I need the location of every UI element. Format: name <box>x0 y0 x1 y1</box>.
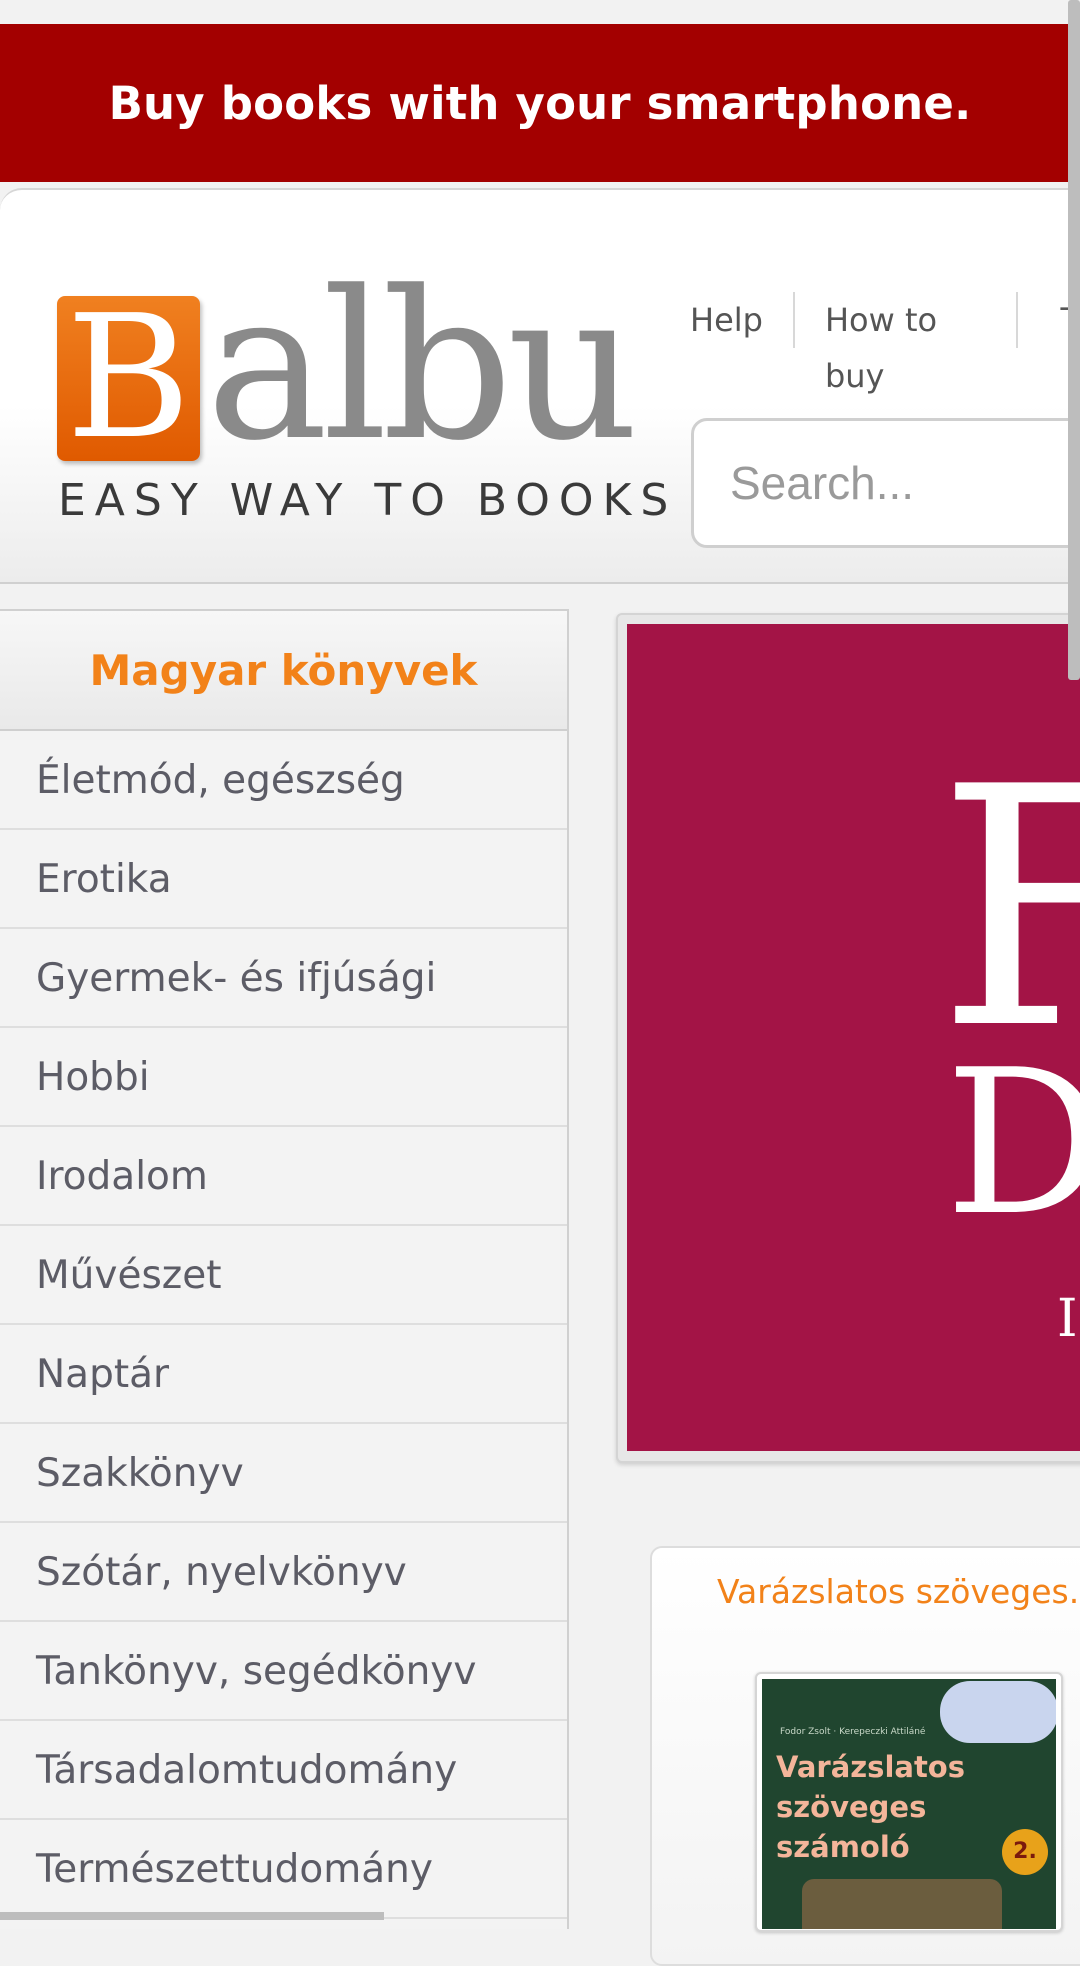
horizontal-scrollbar[interactable] <box>0 1912 384 1920</box>
vertical-scrollbar[interactable] <box>1068 0 1080 680</box>
sidebar-item-termeszettudomany[interactable]: Természettudomány <box>0 1820 567 1919</box>
banner-letter: I <box>1057 1289 1078 1349</box>
top-strip <box>0 0 1080 24</box>
featured-product-title[interactable]: Varázslatos szöveges... <box>717 1572 1080 1611</box>
logo-wordmark: albu <box>206 248 639 486</box>
sidebar-header[interactable]: Magyar könyvek <box>0 611 567 731</box>
banner-letter: D <box>945 1027 1080 1260</box>
logo-letter-tile: B <box>57 293 200 463</box>
help-link[interactable]: Help <box>666 292 795 348</box>
sidebar-item-eletmod[interactable]: Életmód, egészség <box>0 731 567 830</box>
top-nav: Help How to buy T <box>666 290 1080 395</box>
how-to-buy-link[interactable]: How to buy <box>795 292 1019 395</box>
sidebar-item-erotika[interactable]: Erotika <box>0 830 567 929</box>
logo-tagline: EASY WAY TO BOOKS <box>58 475 678 526</box>
sidebar-item-irodalom[interactable]: Irodalom <box>0 1127 567 1226</box>
cover-author: Fodor Zsolt · Kerepeczki Attiláné <box>780 1727 926 1737</box>
promo-carousel-banner[interactable]: F D I <box>627 624 1080 1451</box>
sidebar-item-muveszet[interactable]: Művészet <box>0 1226 567 1325</box>
sidebar-item-szakkonyv[interactable]: Szakkönyv <box>0 1424 567 1523</box>
cover-cloud-shape <box>940 1681 1056 1743</box>
cover-grade-badge: 2. <box>1002 1829 1048 1875</box>
category-sidebar: Magyar könyvek Életmód, egészség Erotika… <box>0 609 569 1929</box>
promo-text: Buy books with your smartphone. <box>108 76 972 130</box>
sidebar-item-hobbi[interactable]: Hobbi <box>0 1028 567 1127</box>
search-box[interactable] <box>691 418 1080 548</box>
banner-letter: F <box>937 717 1080 1101</box>
sidebar-item-szotar[interactable]: Szótár, nyelvkönyv <box>0 1523 567 1622</box>
sidebar-item-naptar[interactable]: Naptár <box>0 1325 567 1424</box>
sidebar-title: Magyar könyvek <box>89 645 478 695</box>
cover-illustration <box>802 1879 1002 1929</box>
search-input[interactable] <box>694 421 1080 545</box>
logo[interactable]: B albu EASY WAY TO BOOKS <box>54 262 668 540</box>
promo-banner[interactable]: Buy books with your smartphone. <box>0 24 1080 182</box>
site-header: B albu EASY WAY TO BOOKS Help How to buy… <box>0 188 1080 584</box>
book-cover-image[interactable]: Fodor Zsolt · Kerepeczki Attiláné Varázs… <box>762 1679 1056 1929</box>
sidebar-item-tarsadalomtudomany[interactable]: Társadalomtudomány <box>0 1721 567 1820</box>
sidebar-item-tankonyv[interactable]: Tankönyv, segédkönyv <box>0 1622 567 1721</box>
sidebar-item-gyermek[interactable]: Gyermek- és ifjúsági <box>0 929 567 1028</box>
